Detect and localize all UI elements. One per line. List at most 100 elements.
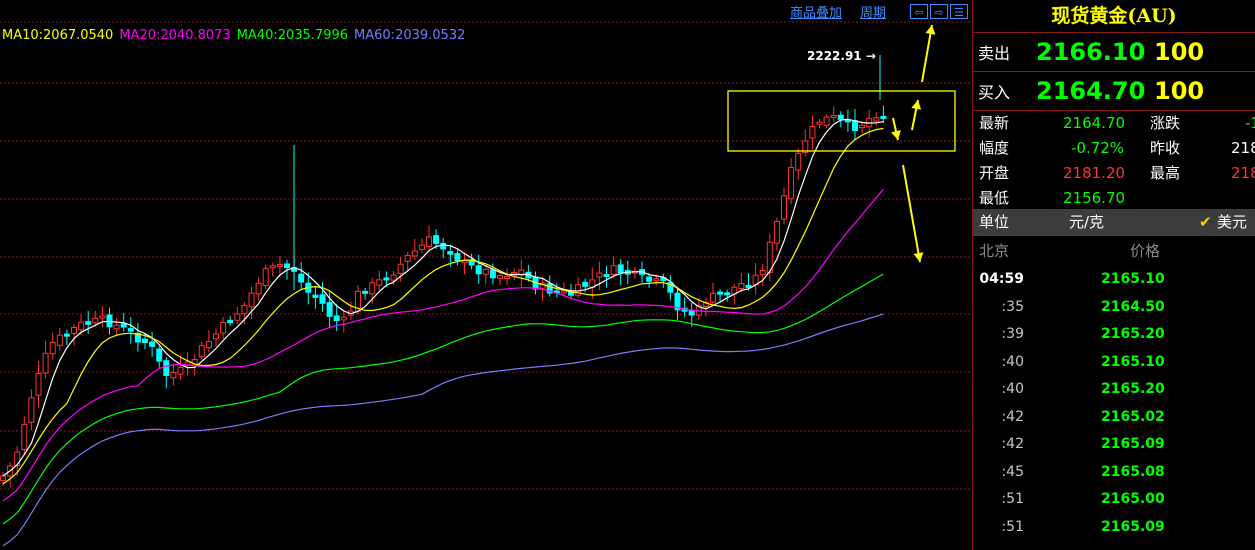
quote-info: 最新 2164.70 涨跌 -1 幅度 -0.72% 昨收 218 开盘 218… [973, 111, 1255, 211]
unit-bar: 单位 元/克 ✔ 美元 [973, 209, 1255, 236]
chart-canvas[interactable]: 2222.91 → [0, 0, 972, 550]
tick-price: 2165.10 [1101, 271, 1165, 287]
candlestick-chart[interactable]: 2222.91 → 商品叠加 周期 ⇦ ⇨ ☰ MA10:2067.0540 MA… [0, 0, 972, 550]
ma20-label: MA20:2040.8073 [119, 28, 231, 43]
annotation-arrow [902, 164, 921, 263]
candle-up [773, 220, 780, 244]
candle-up [248, 292, 255, 308]
arrow-left-icon[interactable]: ⇦ [910, 3, 928, 19]
candle-down [106, 314, 113, 328]
tick-row: :39 2165.20 [973, 321, 1255, 349]
candle-up [809, 125, 816, 139]
candle-down [447, 251, 454, 255]
tick-row: :40 2165.10 [973, 349, 1255, 377]
sell-price: 2166.10 [1036, 38, 1146, 66]
candle-up [823, 116, 830, 126]
candle-down [85, 321, 92, 325]
info-value2: 218 [1231, 139, 1255, 157]
tick-row: :42 2165.02 [973, 404, 1255, 432]
info-label: 最新 [979, 114, 1010, 132]
ma60-label: MA60:2039.0532 [354, 28, 466, 43]
info-label2: 昨收 [1150, 139, 1181, 157]
ma20-line [2, 188, 884, 502]
annotation-arrowhead [891, 130, 901, 140]
annotation-arrowhead [911, 100, 922, 110]
buy-qty: 100 [1154, 77, 1205, 105]
candle-down [63, 333, 70, 337]
ticks-header-time: 北京 [979, 242, 1010, 260]
candle-up [213, 333, 219, 340]
ma60-line [2, 313, 884, 547]
candle-up [255, 282, 262, 295]
candle-up [49, 341, 56, 355]
candle-up [781, 195, 787, 220]
candle-down [284, 263, 290, 269]
ticks-header: 北京 价格 [973, 238, 1255, 264]
tick-time: :39 [1001, 326, 1024, 342]
candle-down [433, 235, 440, 244]
candle-up [21, 423, 28, 451]
chart-toolbar: 商品叠加 周期 ⇦ ⇨ ☰ [790, 0, 972, 22]
buy-row[interactable]: 买入 2164.70 100 [973, 72, 1255, 111]
tick-price: 2165.20 [1101, 381, 1165, 397]
candle-up [560, 290, 567, 294]
candle-down [688, 310, 695, 316]
info-row: 幅度 -0.72% 昨收 218 [973, 136, 1255, 161]
candle-up [113, 324, 120, 330]
currency-label[interactable]: 美元 [1217, 209, 1247, 236]
candle-up [788, 166, 795, 200]
candle-up [241, 304, 248, 314]
candle-down [717, 291, 724, 295]
candle-up [42, 352, 49, 374]
candle-up [830, 114, 837, 118]
candle-down [127, 328, 134, 332]
sell-label: 卖出 [978, 44, 1011, 63]
tick-time: :51 [1001, 491, 1024, 507]
info-row: 开盘 2181.20 最高 218 [973, 161, 1255, 186]
info-value: 2156.70 [1063, 189, 1126, 207]
candle-down [312, 294, 319, 298]
arrow-right-icon[interactable]: ⇨ [930, 3, 948, 19]
candle-down [227, 319, 234, 324]
tick-time: :40 [1001, 353, 1024, 370]
candle-up [504, 275, 511, 279]
ma10-label: MA10:2067.0540 [2, 28, 114, 43]
candle-up [376, 279, 383, 286]
nav-buttons: ⇦ ⇨ ☰ [910, 3, 968, 19]
layout-icon[interactable]: ☰ [950, 3, 968, 19]
candle-up [177, 366, 184, 375]
period-link[interactable]: 周期 [860, 2, 886, 21]
sell-row[interactable]: 卖出 2166.10 100 [973, 33, 1255, 72]
candle-down [582, 281, 589, 287]
candle-up [198, 345, 205, 358]
ma-legend: MA10:2067.0540 MA20:2040.8073 MA40:2035.79… [2, 28, 471, 43]
candle-down [149, 341, 156, 347]
tick-price: 2165.00 [1101, 491, 1165, 507]
candle-up [816, 121, 823, 125]
candle-down [142, 338, 148, 344]
instrument-title: 现货黄金(AU) [973, 0, 1255, 33]
tick-price: 2165.08 [1101, 463, 1165, 480]
overlay-link[interactable]: 商品叠加 [790, 2, 842, 21]
tick-time: :45 [1001, 463, 1024, 480]
candle-up [738, 283, 745, 289]
candle-up [710, 292, 716, 303]
tick-row: :35 2164.50 [973, 294, 1255, 322]
candle-down [646, 276, 653, 282]
candle-down [837, 114, 844, 120]
candle-up [390, 274, 397, 281]
candle-up [269, 265, 276, 269]
candle-up [340, 316, 347, 321]
candle-up [418, 244, 425, 250]
buy-label: 买入 [978, 83, 1011, 102]
tick-time: 04:59 [979, 271, 1024, 287]
info-label2: 最高 [1150, 164, 1181, 182]
tick-price: 2165.10 [1101, 353, 1165, 370]
info-row: 最低 2156.70 [973, 186, 1255, 211]
info-value: -0.72% [1071, 139, 1125, 157]
candle-down [454, 253, 461, 261]
unit-value[interactable]: 元/克 [1069, 209, 1104, 236]
check-icon[interactable]: ✔ [1199, 209, 1212, 236]
candle-up [0, 475, 6, 481]
info-value: 2181.20 [1063, 164, 1126, 182]
